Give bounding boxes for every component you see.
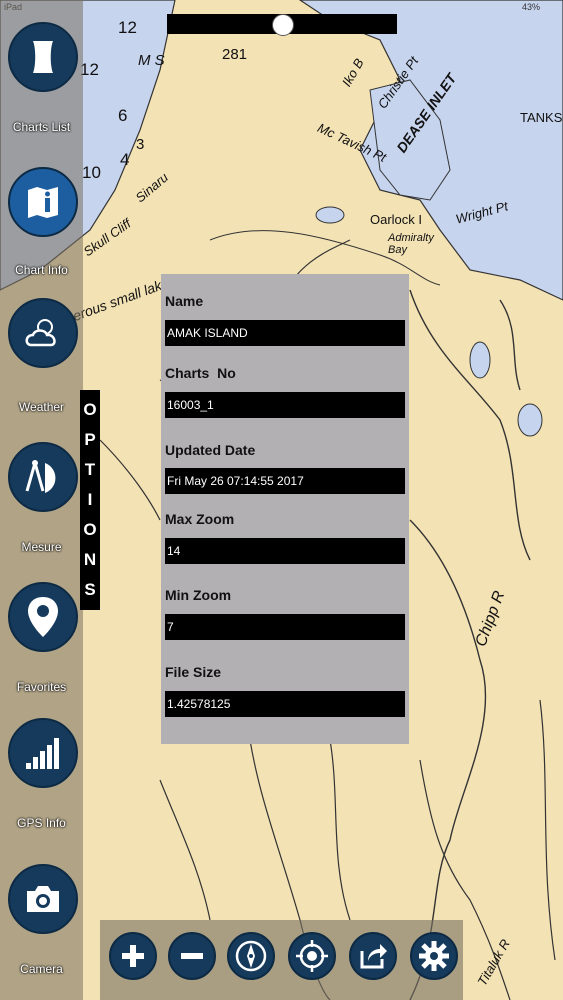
sidebar-label: GPS Info [17, 816, 66, 830]
map-label-3: 3 [136, 136, 145, 153]
file-size-label: File Size [165, 664, 222, 680]
map-label-4: 4 [120, 150, 130, 169]
compass-icon [235, 940, 267, 972]
share-button[interactable] [349, 932, 397, 980]
sidebar-label: Favorites [16, 680, 67, 694]
updated-date-label: Updated Date [165, 442, 256, 458]
sidebar-label: Chart Info [15, 263, 68, 277]
crosshair-icon [296, 940, 328, 972]
sidebar-label: Mesure [21, 540, 62, 554]
name-value: AMAK ISLAND [165, 320, 405, 346]
bottom-toolbar [100, 920, 463, 1000]
map-label-12a: 12 [118, 18, 137, 37]
map-label-oarlock: Oarlock I [370, 212, 423, 227]
zoom-slider-knob[interactable] [272, 14, 294, 36]
options-letter: T [84, 460, 96, 479]
file-size-value: 1.42578125 [165, 691, 405, 717]
options-letter: O [83, 520, 97, 539]
map-label-10: 10 [82, 163, 101, 182]
gear-icon [419, 941, 449, 971]
location-pin-icon [8, 582, 78, 652]
min-zoom-value: 7 [165, 614, 405, 640]
scroll-icon [8, 22, 78, 92]
max-zoom-label: Max Zoom [165, 511, 235, 527]
options-letter: S [84, 580, 96, 599]
sidebar-label: Camera [20, 962, 63, 976]
signal-bars-icon [8, 718, 78, 788]
charts-no-label: Charts No [165, 365, 236, 381]
options-tab[interactable]: O P T I O N S [80, 390, 100, 610]
min-zoom-label: Min Zoom [165, 587, 232, 603]
options-letter: O [83, 400, 97, 419]
name-label: Name [165, 293, 204, 309]
compass-ruler-icon [8, 442, 78, 512]
options-letter: N [83, 550, 97, 569]
map-label-ms: M S [138, 52, 165, 69]
sidebar-label: Weather [18, 400, 65, 414]
map-info-icon [8, 167, 78, 237]
options-letter: P [84, 430, 96, 449]
updated-date-value: Fri May 26 07:14:55 2017 [165, 468, 405, 494]
status-battery: 43% [522, 2, 541, 12]
map-label-tanks: TANKS [520, 110, 563, 125]
zoom-in-button[interactable] [109, 932, 157, 980]
zoom-out-button[interactable] [168, 932, 216, 980]
options-letter: I [87, 490, 93, 509]
map-label-281: 281 [222, 46, 248, 63]
chart-info-panel: Name AMAK ISLAND Charts No 16003_1 Updat… [161, 274, 409, 744]
minus-icon [181, 953, 203, 959]
settings-button[interactable] [410, 932, 458, 980]
compass-button[interactable] [227, 932, 275, 980]
share-icon [360, 944, 387, 969]
locate-button[interactable] [288, 932, 336, 980]
charts-no-value: 16003_1 [165, 392, 405, 418]
max-zoom-value: 14 [165, 538, 405, 564]
map-label-admiralty: Admiralty Bay [388, 232, 434, 256]
left-sidebar: Charts List Chart Info Weather Mesure Fa… [0, 0, 83, 1000]
sidebar-label: Charts List [12, 120, 71, 134]
map-label-6: 6 [118, 106, 128, 125]
camera-icon [8, 864, 78, 934]
weather-icon [8, 298, 78, 368]
plus-icon [122, 945, 144, 967]
